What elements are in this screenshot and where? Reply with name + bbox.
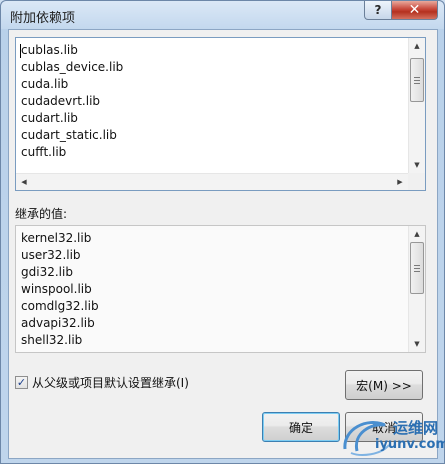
scroll-down-arrow-icon[interactable]: ▼: [409, 336, 425, 352]
inherited-values-label: 继承的值:: [15, 207, 68, 221]
scroll-right-arrow-icon[interactable]: ▶: [392, 174, 408, 190]
dependency-line[interactable]: cuda.lib: [21, 76, 123, 93]
inherited-line: comdlg32.lib: [21, 299, 99, 313]
close-button[interactable]: ✕: [391, 1, 438, 20]
scroll-grip-icon: [414, 77, 420, 78]
inherited-scroll-thumb[interactable]: [410, 242, 424, 294]
dependency-line[interactable]: cudadevrt.lib: [21, 93, 123, 110]
scroll-grip-icon: [414, 80, 420, 81]
dialog-title: 附加依赖项: [10, 11, 76, 26]
macro-button[interactable]: 宏(M) >>: [345, 370, 423, 400]
dependencies-lines: cublas.lib cublas_device.lib cuda.lib cu…: [21, 42, 123, 161]
help-icon: ?: [374, 3, 382, 17]
scroll-grip-icon: [414, 265, 420, 266]
inherited-line: gdi32.lib: [21, 265, 73, 279]
inherit-checkbox-row[interactable]: ✓ 从父级或项目默认设置继承(I): [15, 374, 189, 391]
close-icon: ✕: [408, 2, 421, 18]
scroll-grip-icon: [414, 271, 420, 272]
dialog-window: 附加依赖项 ? ✕ cublas.lib cublas_device.lib c…: [0, 0, 445, 464]
inherit-checkbox[interactable]: ✓: [15, 376, 28, 389]
help-button[interactable]: ?: [364, 1, 392, 20]
dependencies-textbox[interactable]: cublas.lib cublas_device.lib cuda.lib cu…: [15, 37, 426, 191]
ok-button[interactable]: 确定: [262, 412, 340, 442]
dependency-line[interactable]: cudart.lib: [21, 110, 123, 127]
dependencies-vertical-scrollbar[interactable]: ▲ ▼: [408, 38, 425, 173]
title-bar[interactable]: 附加依赖项 ? ✕: [1, 1, 444, 29]
scroll-grip-icon: [414, 83, 420, 84]
cancel-button[interactable]: 取消: [345, 412, 423, 442]
dependencies-scroll-thumb[interactable]: [410, 58, 424, 102]
dependencies-horizontal-scrollbar[interactable]: ◀ ▶: [16, 173, 408, 190]
dependency-line[interactable]: cudart_static.lib: [21, 127, 123, 144]
scroll-down-arrow-icon[interactable]: ▼: [409, 157, 425, 173]
inherited-line: user32.lib: [21, 248, 81, 262]
scroll-up-arrow-icon[interactable]: ▲: [409, 38, 425, 54]
inherited-line: advapi32.lib: [21, 316, 95, 330]
inherited-values-textbox: kernel32.lib user32.lib gdi32.lib winspo…: [15, 225, 426, 353]
scroll-left-arrow-icon[interactable]: ◀: [16, 174, 32, 190]
inherit-checkbox-label[interactable]: 从父级或项目默认设置继承(I): [32, 374, 189, 391]
inherited-lines: kernel32.lib user32.lib gdi32.lib winspo…: [21, 230, 99, 349]
dialog-client-area: cublas.lib cublas_device.lib cuda.lib cu…: [8, 29, 438, 459]
scroll-up-arrow-icon[interactable]: ▲: [409, 226, 425, 242]
dependency-line[interactable]: cublas_device.lib: [21, 59, 123, 76]
dependency-line[interactable]: cufft.lib: [21, 144, 123, 161]
inherited-line: kernel32.lib: [21, 231, 92, 245]
inherited-line: winspool.lib: [21, 282, 92, 296]
scrollbar-corner: [408, 173, 425, 190]
dependency-line[interactable]: cublas.lib: [21, 42, 123, 59]
inherited-vertical-scrollbar[interactable]: ▲ ▼: [408, 226, 425, 352]
inherited-line: shell32.lib: [21, 333, 83, 347]
checkmark-icon: ✓: [16, 376, 27, 389]
scroll-grip-icon: [414, 268, 420, 269]
